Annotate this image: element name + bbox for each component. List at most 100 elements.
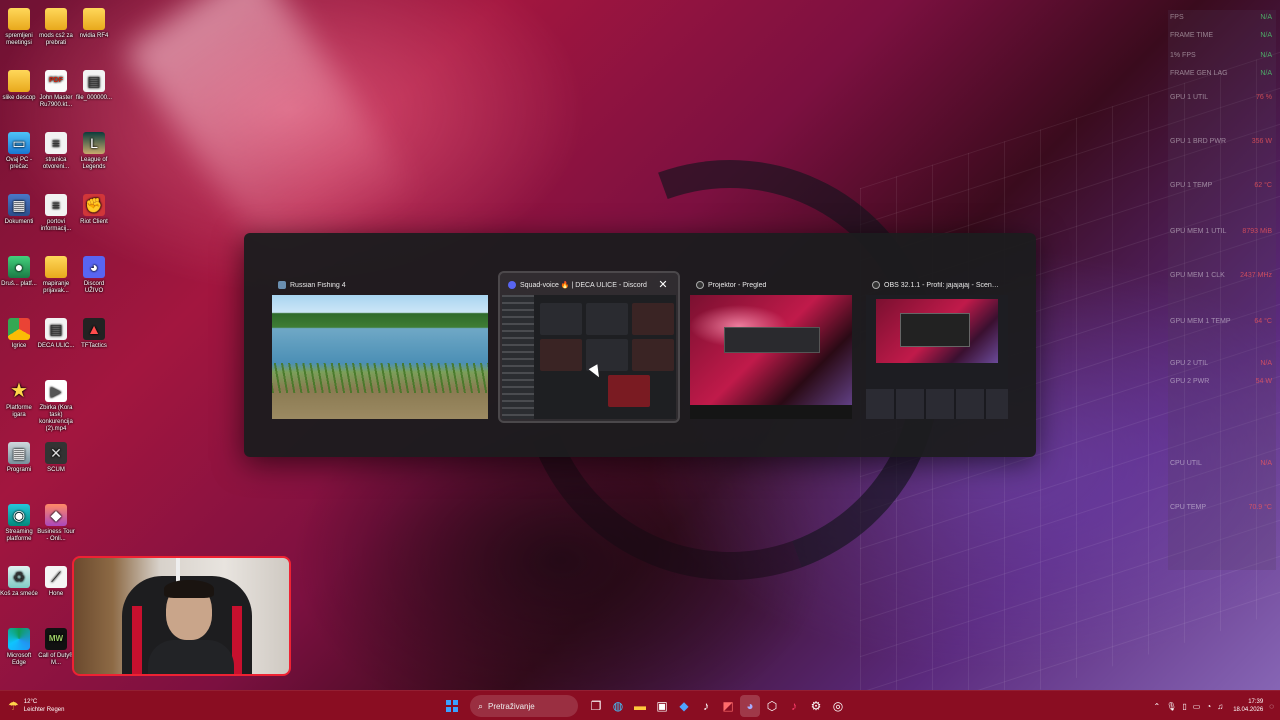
taskbar-obs[interactable]: ◎: [828, 695, 848, 717]
perf-row: GPU 1 UTIL 76 %: [1170, 94, 1272, 101]
window-thumbnail: [690, 295, 852, 419]
window-card-obs[interactable]: OBS 32.1.1 - Profil: jajajajaj - Scene: …: [864, 273, 1010, 421]
taskbar-discord[interactable]: ◕: [740, 695, 760, 717]
desktop-icon[interactable]: mods cs2 za prebrati: [37, 8, 75, 47]
task-view-button[interactable]: ❐: [586, 695, 606, 717]
volume-icon[interactable]: ♫: [1217, 702, 1223, 711]
taskbar-epic[interactable]: ⬡: [762, 695, 782, 717]
notification-bell-icon[interactable]: ◌: [1269, 702, 1274, 711]
scum-icon: ✕: [45, 442, 67, 464]
taskbar-tiktok-live[interactable]: ♪: [784, 695, 804, 717]
taskbar-apps: ⌕ Pretraživanje ❐ ◍ ▬ ▣ ◆ ♪ ◩ ◕ ⬡ ♪ ⚙ ◎: [442, 693, 848, 719]
desktop-icon[interactable]: Igrice: [0, 318, 38, 350]
streaming-icon: ◉: [8, 504, 30, 526]
taskbar-edge[interactable]: ◍: [608, 695, 628, 717]
perf-row: FPS N/A: [1170, 14, 1272, 21]
desktop-icon[interactable]: ✊ Riot Client: [75, 194, 113, 226]
file-icon: ▤: [45, 318, 67, 340]
voice-tile: [540, 339, 582, 371]
perf-row: GPU MEM 1 UTIL 8793 MiB: [1170, 228, 1272, 235]
window-thumbnail: [502, 295, 676, 419]
desktop-icon[interactable]: MW Call of Duty® M...: [37, 628, 75, 667]
clock-time: 17:39: [1248, 699, 1264, 705]
perf-row: GPU MEM 1 TEMP 64 °C: [1170, 318, 1272, 325]
desktop-icon[interactable]: ● Druš... platf...: [0, 256, 38, 288]
obs-icon: ◎: [832, 699, 844, 713]
taskbar-clock[interactable]: 17:39 18.04.2026: [1233, 698, 1263, 714]
folder-icon: [8, 70, 30, 92]
performance-overlay: FPS N/A FRAME TIME N/A 1% FPS N/A FRAME GEN…: [1168, 10, 1276, 570]
hone-icon: ⟋: [45, 566, 67, 588]
taskbar-tiktok[interactable]: ♪: [696, 695, 716, 717]
desktop-icon[interactable]: spremljeni meetingsi: [0, 8, 38, 47]
steam-icon: ⚙: [810, 699, 822, 713]
voice-tile: [632, 339, 674, 371]
voice-tile: [632, 303, 674, 335]
taskbar-pdf[interactable]: ◩: [718, 695, 738, 717]
phone-link-icon[interactable]: ▯: [1182, 702, 1186, 711]
tiktok-icon: ♪: [703, 699, 709, 713]
desktop-icon[interactable]: ▲ TFTactics: [75, 318, 113, 350]
microphone-icon[interactable]: 🎙: [1166, 702, 1176, 711]
desktop-icon[interactable]: nvidia RF4: [75, 8, 113, 40]
window-card-projektor[interactable]: Projektor - Pregled: [688, 273, 854, 421]
perf-row: GPU 1 BRD PWR 356 W: [1170, 138, 1272, 145]
desktop-icon[interactable]: mapiranje prijavak...: [37, 256, 75, 295]
perf-row: GPU MEM 1 CLK 2437 MHz: [1170, 272, 1272, 279]
taskbar-file-explorer[interactable]: ▬: [630, 695, 650, 717]
taskbar-store[interactable]: ▣: [652, 695, 672, 717]
tiktok-icon: ♪: [791, 699, 797, 713]
desktop-icon[interactable]: slike descop: [0, 70, 38, 102]
voice-tile: [586, 303, 628, 335]
wifi-icon[interactable]: ◔: [1206, 702, 1211, 711]
close-icon[interactable]: ✕: [656, 278, 670, 292]
weather-widget[interactable]: ☂ 12°C Leichter Regen: [8, 696, 64, 716]
perf-row: GPU 2 UTIL N/A: [1170, 360, 1272, 367]
computer-icon: ▭: [8, 132, 30, 154]
desktop-icon[interactable]: ✕ SCUM: [37, 442, 75, 474]
desktop-icon[interactable]: ⟋ Hone: [37, 566, 75, 598]
perf-row: FRAME TIME N/A: [1170, 32, 1272, 39]
desktop-icon[interactable]: ◆ Business Tour - Onli...: [37, 504, 75, 543]
start-button[interactable]: [442, 695, 462, 717]
desktop-icon[interactable]: ▦ Programi: [0, 442, 38, 474]
desktop-icon[interactable]: ◕ Discord UŽIVO: [75, 256, 113, 295]
desktop-icon[interactable]: ▦ Dokumenti: [0, 194, 38, 226]
desktop-icon[interactable]: ♻ Koš za smeće: [0, 566, 38, 598]
folder-icon: [45, 256, 67, 278]
desktop-icon[interactable]: ▭ Ovaj PC - prečac: [0, 132, 38, 171]
store-icon: ▣: [656, 699, 668, 713]
chevron-up-icon[interactable]: ⌃: [1154, 702, 1161, 711]
network-icon[interactable]: ▭: [1193, 702, 1201, 711]
desktop-icon[interactable]: PDF John Master Ru7900.kt...: [37, 70, 75, 109]
voice-tile: [608, 375, 650, 407]
taskbar-app-blue[interactable]: ◆: [674, 695, 694, 717]
window-card-discord[interactable]: Squad-voice 🔥 | DECA ULICE - Discord ✕: [498, 271, 680, 423]
desktop-icon[interactable]: ▤ file_000000...: [75, 70, 113, 102]
taskbar-search[interactable]: ⌕ Pretraživanje: [470, 695, 578, 717]
desktop-icon[interactable]: ≡ stranica otvoreni...: [37, 132, 75, 171]
discord-icon: ◕: [83, 256, 105, 278]
desktop-icon[interactable]: ▶ Zbirka (Kora task) konkurencija (2).mp4: [37, 380, 75, 433]
edge-icon: ◍: [612, 699, 624, 713]
desktop-icon[interactable]: L League of Legends: [75, 132, 113, 171]
weather-temperature: 12°C: [23, 699, 38, 705]
programs-icon: ▦: [8, 442, 30, 464]
desktop-icon[interactable]: ▤ DECA ULIC...: [37, 318, 75, 350]
obs-preview: [876, 299, 998, 363]
riot-client-icon: ✊: [83, 194, 105, 216]
document-icon: ≡: [45, 194, 67, 216]
thumbnail-reeds: [272, 363, 488, 393]
discord-icon: [508, 281, 516, 289]
desktop-icon[interactable]: ★ Platforme igara: [0, 380, 38, 419]
taskbar-steam[interactable]: ⚙: [806, 695, 826, 717]
desktop-icon[interactable]: ◉ Streaming platforme: [0, 504, 38, 543]
obs-preview-source: [900, 313, 970, 347]
video-icon: ▶: [45, 380, 67, 402]
app-icon: ◆: [679, 699, 689, 713]
window-card-russian-fishing[interactable]: Russian Fishing 4: [270, 273, 490, 421]
obs-docks: [866, 389, 1008, 419]
desktop-icon[interactable]: ≡ portovi informacij...: [37, 194, 75, 233]
perf-row: GPU 1 TEMP 62 °C: [1170, 182, 1272, 189]
desktop-icon[interactable]: Microsoft Edge: [0, 628, 38, 667]
